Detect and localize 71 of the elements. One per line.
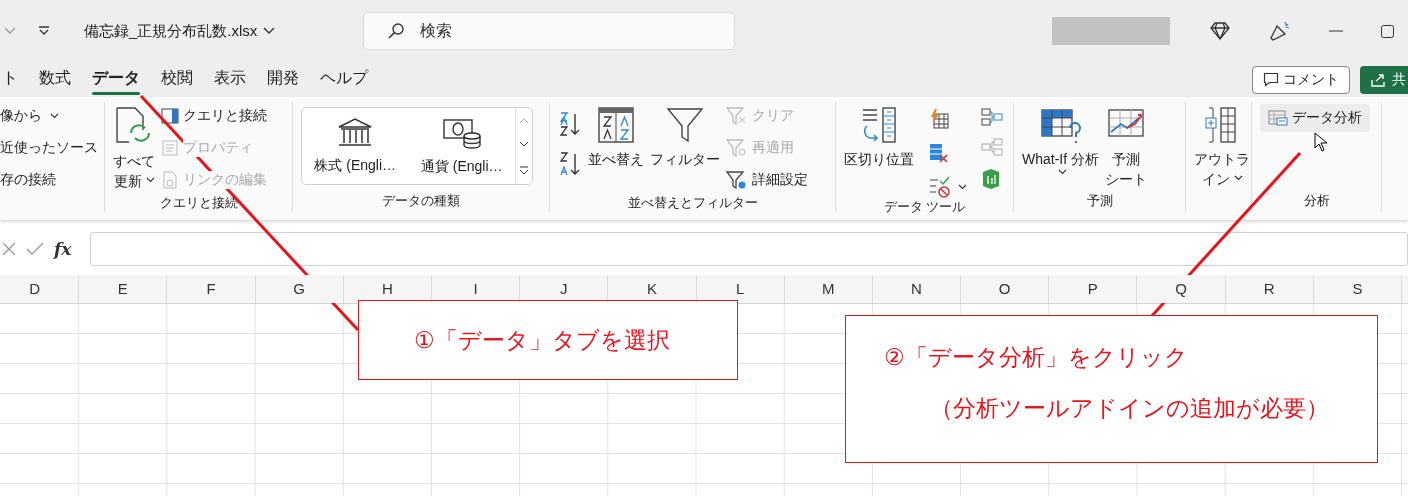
- data-type-option[interactable]: 株式 (Engli…: [302, 108, 409, 184]
- filter-icon: [726, 170, 748, 190]
- text-to-columns-button[interactable]: 区切り位置: [844, 102, 914, 169]
- mouse-pointer-icon: [1314, 132, 1328, 152]
- data-analysis-button[interactable]: データ分析: [1260, 104, 1370, 132]
- sort-descending-icon[interactable]: [558, 150, 582, 176]
- forecast-sheet-button[interactable]: 予測 シート: [1105, 102, 1147, 189]
- filter-icon: [726, 106, 748, 126]
- properties-icon: [161, 139, 179, 157]
- edit-links-icon: [161, 171, 179, 189]
- callout-text: （分析ツールアドインの追加が必要）: [930, 394, 1329, 423]
- sort-table-icon: [597, 106, 635, 144]
- more-icon[interactable]: [519, 166, 529, 176]
- ribbon-tab[interactable]: 数式: [31, 64, 79, 95]
- comment-icon: [1263, 72, 1279, 87]
- filter-button[interactable]: フィルター: [650, 102, 720, 169]
- bank-icon: [337, 117, 374, 149]
- ribbon-tab[interactable]: 開発: [259, 64, 307, 95]
- group-label: データの種類: [381, 192, 461, 210]
- sort-button[interactable]: 並べ替え: [588, 102, 644, 169]
- group-label: クエリと接続: [158, 194, 239, 212]
- cancel-icon[interactable]: [2, 242, 16, 256]
- ribbon-tab[interactable]: ト: [0, 64, 26, 95]
- outline-icon: [1205, 106, 1239, 144]
- diamond-icon[interactable]: [1209, 21, 1231, 41]
- filter-icon: [726, 138, 748, 158]
- chevron-down-icon[interactable]: [263, 27, 276, 35]
- what-if-icon: [1039, 106, 1082, 144]
- data-model-icon[interactable]: [981, 168, 1001, 190]
- filter-icon: [666, 106, 704, 144]
- consolidate-icon[interactable]: [981, 108, 1003, 126]
- callout-text: ①「データ」タブを選択: [414, 325, 670, 355]
- caret-icon[interactable]: [958, 184, 967, 190]
- ribbon-command[interactable]: 像から: [0, 102, 59, 130]
- customize-toolbar-icon[interactable]: [38, 26, 50, 36]
- remove-duplicates-icon[interactable]: [928, 142, 950, 164]
- data-type-option[interactable]: 通貨 (Engli…: [408, 108, 515, 184]
- formula-input[interactable]: [90, 232, 1408, 266]
- comment-button[interactable]: コメント: [1252, 65, 1350, 94]
- ribbon-command[interactable]: 詳細設定: [726, 166, 808, 194]
- scroll-down-icon[interactable]: [519, 141, 529, 149]
- data-analysis-icon: [1268, 110, 1288, 126]
- flash-fill-icon[interactable]: [928, 108, 950, 130]
- search-icon: [387, 22, 406, 40]
- sort-ascending-icon[interactable]: [558, 110, 582, 136]
- outline-button[interactable]: アウトラ イン: [1194, 102, 1250, 189]
- group-label: データ ツール: [882, 198, 967, 216]
- refresh-all-button[interactable]: すべて 更新: [113, 102, 155, 191]
- currency-icon: [441, 116, 482, 150]
- insert-function-button[interactable]: fx: [54, 239, 72, 259]
- ribbon-command[interactable]: 近使ったソース: [0, 134, 98, 162]
- checkmark-icon[interactable]: [26, 242, 44, 256]
- group-label: 分析: [1302, 192, 1331, 210]
- ribbon-command[interactable]: 存の接続: [0, 166, 56, 194]
- file-name[interactable]: 備忘録_正規分布乱数.xlsx: [84, 21, 258, 41]
- group-label: 並べ替えとフィルター: [626, 194, 759, 212]
- search-field[interactable]: 検索: [363, 12, 736, 50]
- ribbon-tab[interactable]: 校閲: [153, 64, 201, 95]
- maximize-icon[interactable]: [1381, 24, 1394, 38]
- callout-text: ②「データ分析」をクリック: [884, 343, 1188, 372]
- ribbon-tab[interactable]: ヘルプ: [312, 64, 376, 95]
- data-validation-icon[interactable]: [928, 176, 952, 198]
- share-button[interactable]: 共: [1360, 65, 1408, 94]
- ribbon-tab[interactable]: 表示: [206, 64, 254, 95]
- megaphone-icon[interactable]: [1269, 20, 1291, 42]
- share-icon: [1370, 71, 1386, 88]
- what-if-analysis-button[interactable]: What-If 分析: [1022, 102, 1099, 175]
- data-type-gallery[interactable]: 株式 (Engli… 通貨 (Engli…: [301, 107, 533, 185]
- query-pane-icon: [161, 107, 179, 125]
- group-label: 予測: [1085, 192, 1114, 210]
- ribbon-tab[interactable]: データ: [84, 64, 148, 95]
